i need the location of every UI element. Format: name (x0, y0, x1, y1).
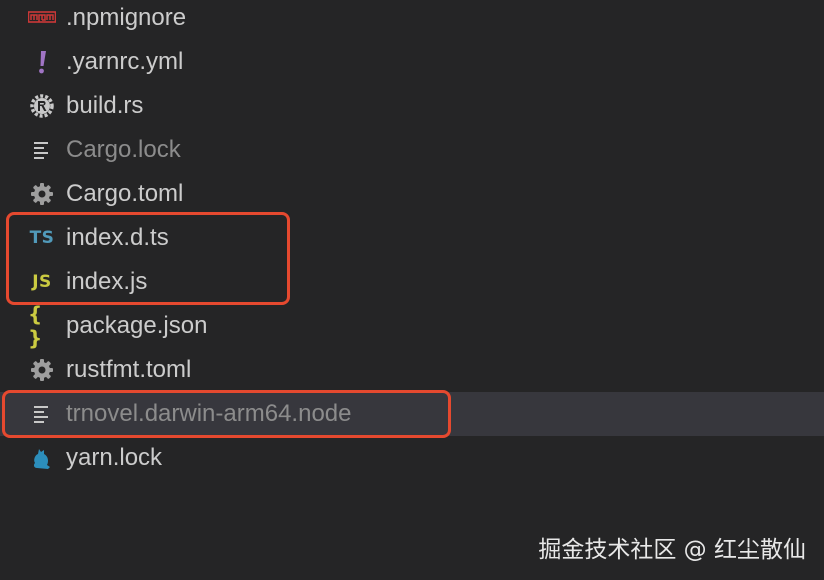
typescript-icon: TS (29, 228, 55, 248)
file-name: .npmignore (66, 4, 187, 31)
file-name: build.rs (66, 92, 144, 119)
file-name: trnovel.darwin-arm64.node (66, 400, 352, 427)
json-braces-icon: { } (28, 302, 45, 350)
file-row-index-d-ts[interactable]: TS index.d.ts (0, 216, 824, 260)
file-list: .npmignore .yarnrc.yml build.rs Cargo.lo… (0, 0, 824, 480)
javascript-icon: JS (32, 272, 52, 292)
rust-icon (28, 92, 56, 120)
gear-icon (28, 180, 56, 208)
text-lines-icon (28, 400, 56, 428)
text-lines-icon (28, 136, 56, 164)
file-row-yarnrc[interactable]: .yarnrc.yml (0, 40, 824, 84)
file-row-npmignore[interactable]: .npmignore (0, 0, 824, 40)
file-row-yarn-lock[interactable]: yarn.lock (0, 436, 824, 480)
file-row-cargo-lock[interactable]: Cargo.lock (0, 128, 824, 172)
file-row-package-json[interactable]: { } package.json (0, 302, 824, 350)
exclamation-icon (28, 48, 56, 76)
file-explorer: .npmignore .yarnrc.yml build.rs Cargo.lo… (0, 0, 824, 580)
file-row-index-js[interactable]: JS index.js (0, 260, 824, 304)
file-name: Cargo.lock (66, 136, 181, 163)
file-row-trnovel-node[interactable]: trnovel.darwin-arm64.node (0, 392, 824, 436)
file-row-cargo-toml[interactable]: Cargo.toml (0, 172, 824, 216)
file-row-rustfmt-toml[interactable]: rustfmt.toml (0, 348, 824, 392)
file-name: index.js (66, 268, 148, 295)
file-name: rustfmt.toml (66, 356, 192, 383)
file-name: index.d.ts (66, 224, 169, 251)
npm-icon (28, 4, 56, 32)
file-name: .yarnrc.yml (66, 48, 184, 75)
gear-icon (28, 356, 56, 384)
watermark: 掘金技术社区 @ 红尘散仙 (538, 537, 806, 563)
file-name: Cargo.toml (66, 180, 184, 207)
file-row-build-rs[interactable]: build.rs (0, 84, 824, 128)
yarn-cat-icon (28, 444, 56, 472)
file-name: package.json (66, 312, 208, 339)
file-name: yarn.lock (66, 444, 163, 471)
